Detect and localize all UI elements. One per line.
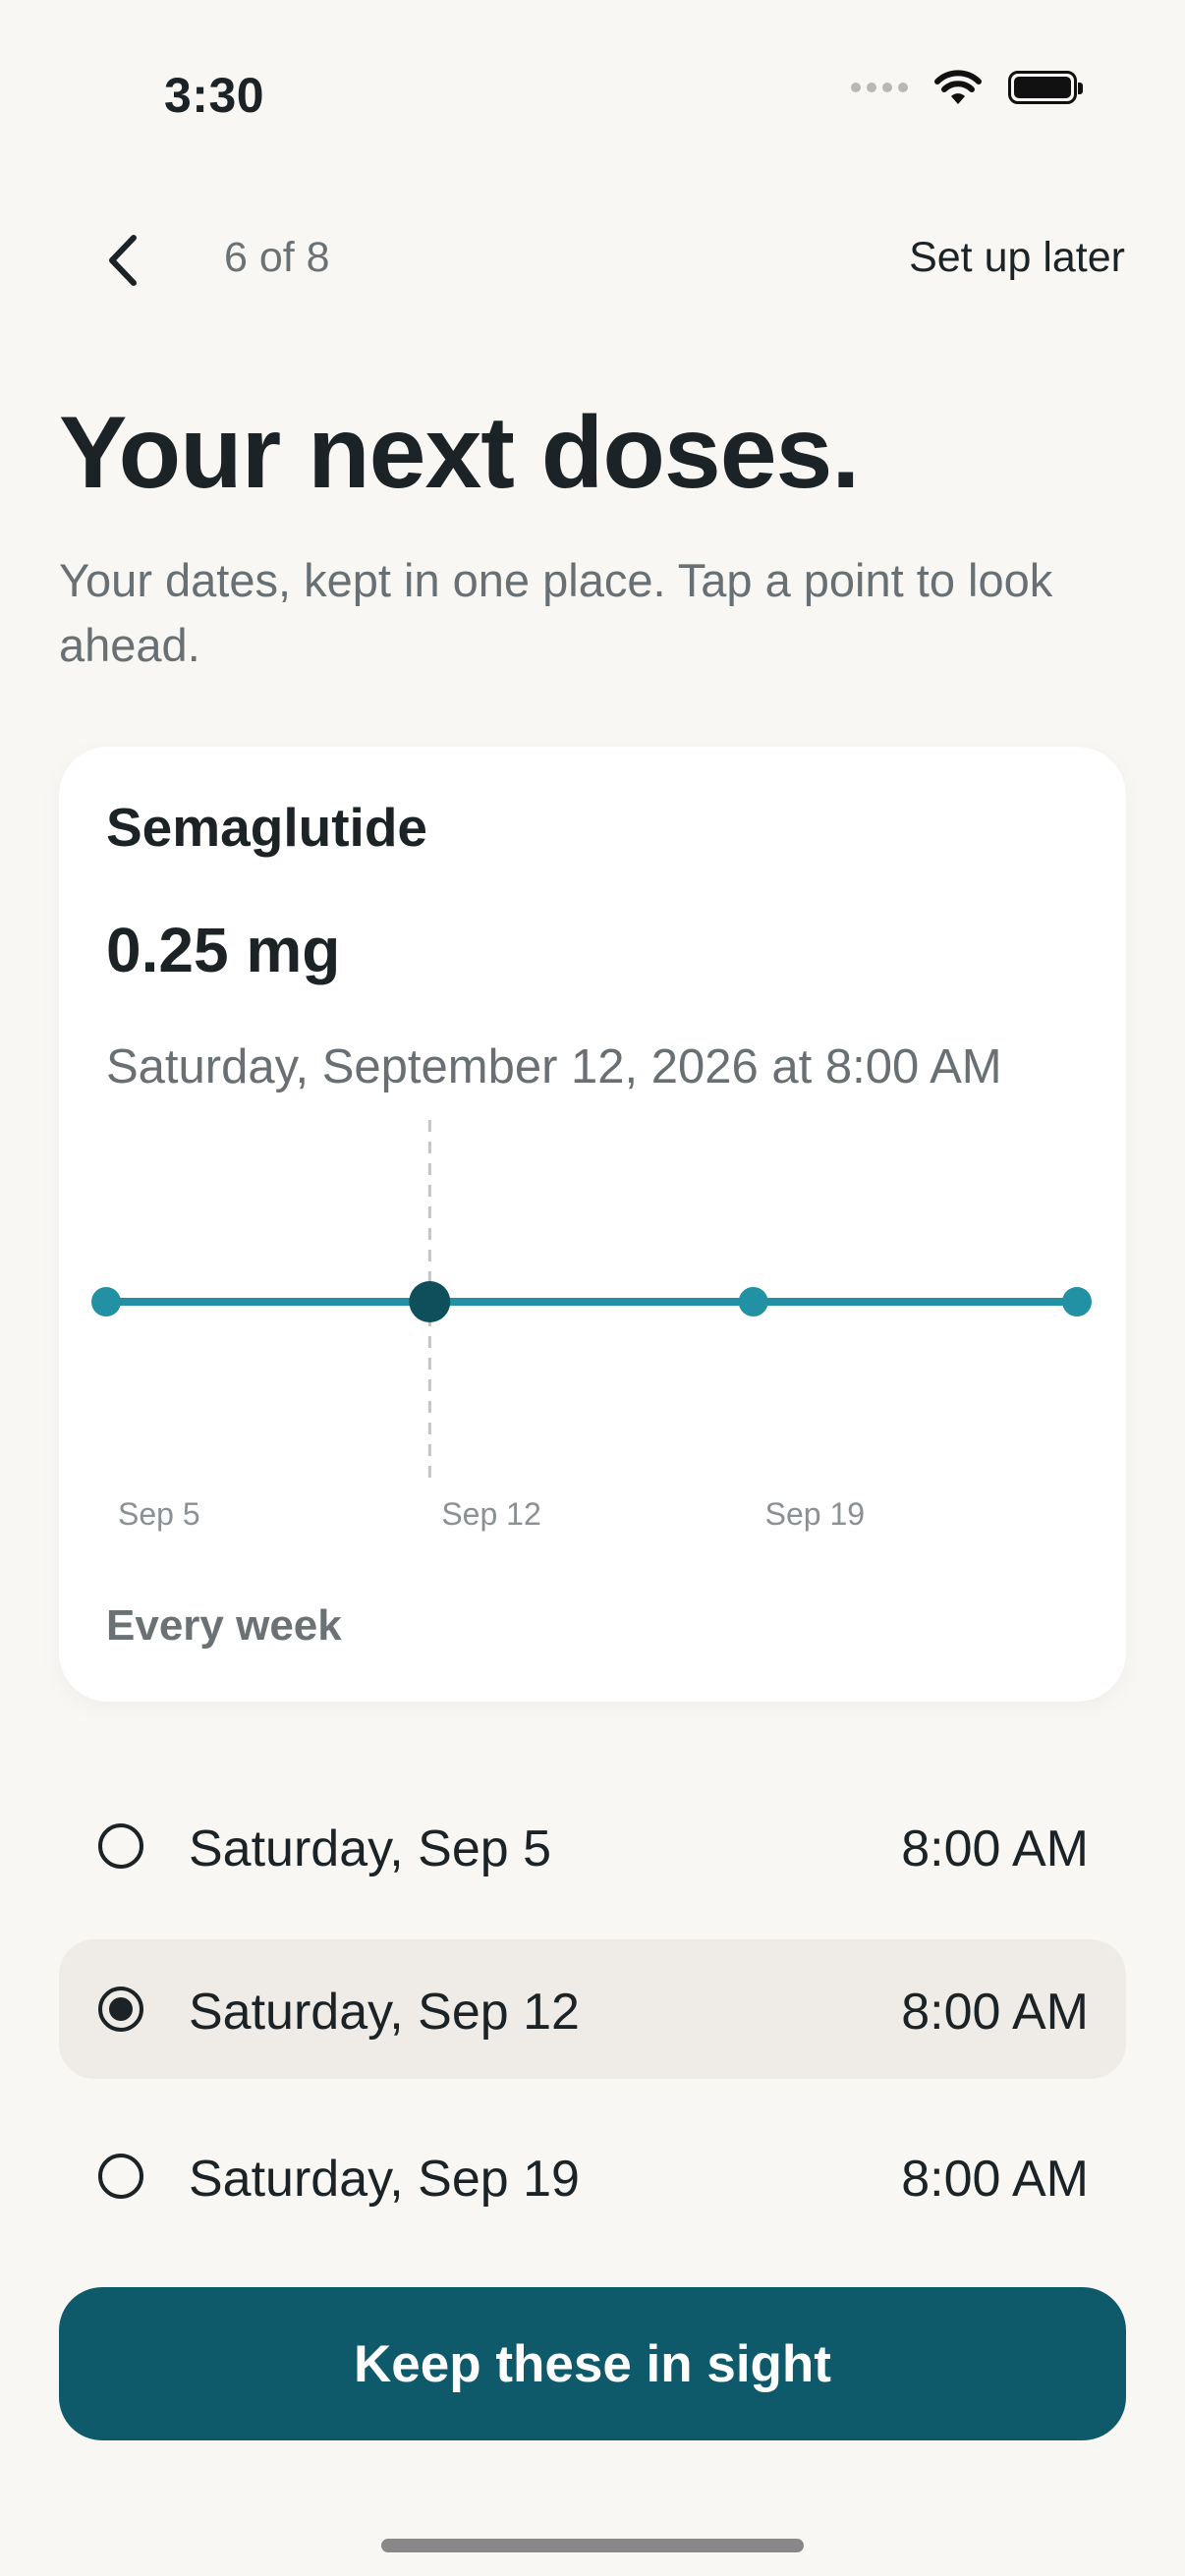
page-subtitle: Your dates, kept in one place. Tap a poi… xyxy=(59,554,1053,671)
step-indicator: 6 of 8 xyxy=(224,234,330,281)
x-tick-label: Sep 5 xyxy=(118,1496,200,1532)
frequency-label: Every week xyxy=(106,1601,342,1650)
x-tick-label: Sep 19 xyxy=(765,1496,865,1532)
dose-row[interactable]: Saturday, Sep 5 8:00 AM xyxy=(59,1776,1126,1916)
battery-icon xyxy=(1008,71,1083,104)
dose-date: Saturday, Sep 19 xyxy=(189,2151,580,2208)
radio-button[interactable] xyxy=(98,1823,143,1869)
dose-card: Semaglutide 0.25 mg Saturday, September … xyxy=(59,747,1126,1702)
dose-date: Saturday, Sep 5 xyxy=(189,1820,552,1877)
status-time: 3:30 xyxy=(164,68,265,123)
selected-data-point[interactable] xyxy=(409,1281,451,1322)
dose-row[interactable]: Saturday, Sep 19 8:00 AM xyxy=(59,2106,1126,2246)
radio-button-selected[interactable] xyxy=(98,1987,143,2032)
medication-name: Semaglutide xyxy=(106,797,428,858)
dose-row-selected[interactable]: Saturday, Sep 12 8:00 AM xyxy=(59,1939,1126,2079)
selected-dose-datetime: Saturday, September 12, 2026 at 8:00 AM xyxy=(106,1040,1002,1093)
back-button[interactable] xyxy=(88,221,157,300)
set-up-later-button[interactable]: Set up later xyxy=(909,234,1125,282)
data-point[interactable] xyxy=(91,1287,121,1316)
signal-icon xyxy=(851,83,908,92)
dose-time: 8:00 AM xyxy=(901,1984,1089,2041)
dose-amount: 0.25 mg xyxy=(106,915,341,985)
home-indicator xyxy=(381,2539,804,2552)
status-icons xyxy=(851,69,1083,106)
chevron-left-icon xyxy=(109,235,137,286)
dose-time: 8:00 AM xyxy=(901,1820,1089,1877)
data-point[interactable] xyxy=(738,1287,768,1316)
radio-button[interactable] xyxy=(98,2154,143,2199)
dose-date: Saturday, Sep 12 xyxy=(189,1984,580,2041)
page-title: Your next doses. xyxy=(59,396,860,510)
dose-timeline-chart[interactable]: Sep 5 Sep 12 Sep 19 xyxy=(59,1120,1126,1552)
data-point[interactable] xyxy=(1062,1287,1092,1316)
wifi-icon xyxy=(934,70,982,104)
keep-in-sight-button[interactable]: Keep these in sight xyxy=(59,2287,1126,2440)
dose-time: 8:00 AM xyxy=(901,2151,1089,2208)
x-tick-label: Sep 12 xyxy=(441,1496,540,1532)
